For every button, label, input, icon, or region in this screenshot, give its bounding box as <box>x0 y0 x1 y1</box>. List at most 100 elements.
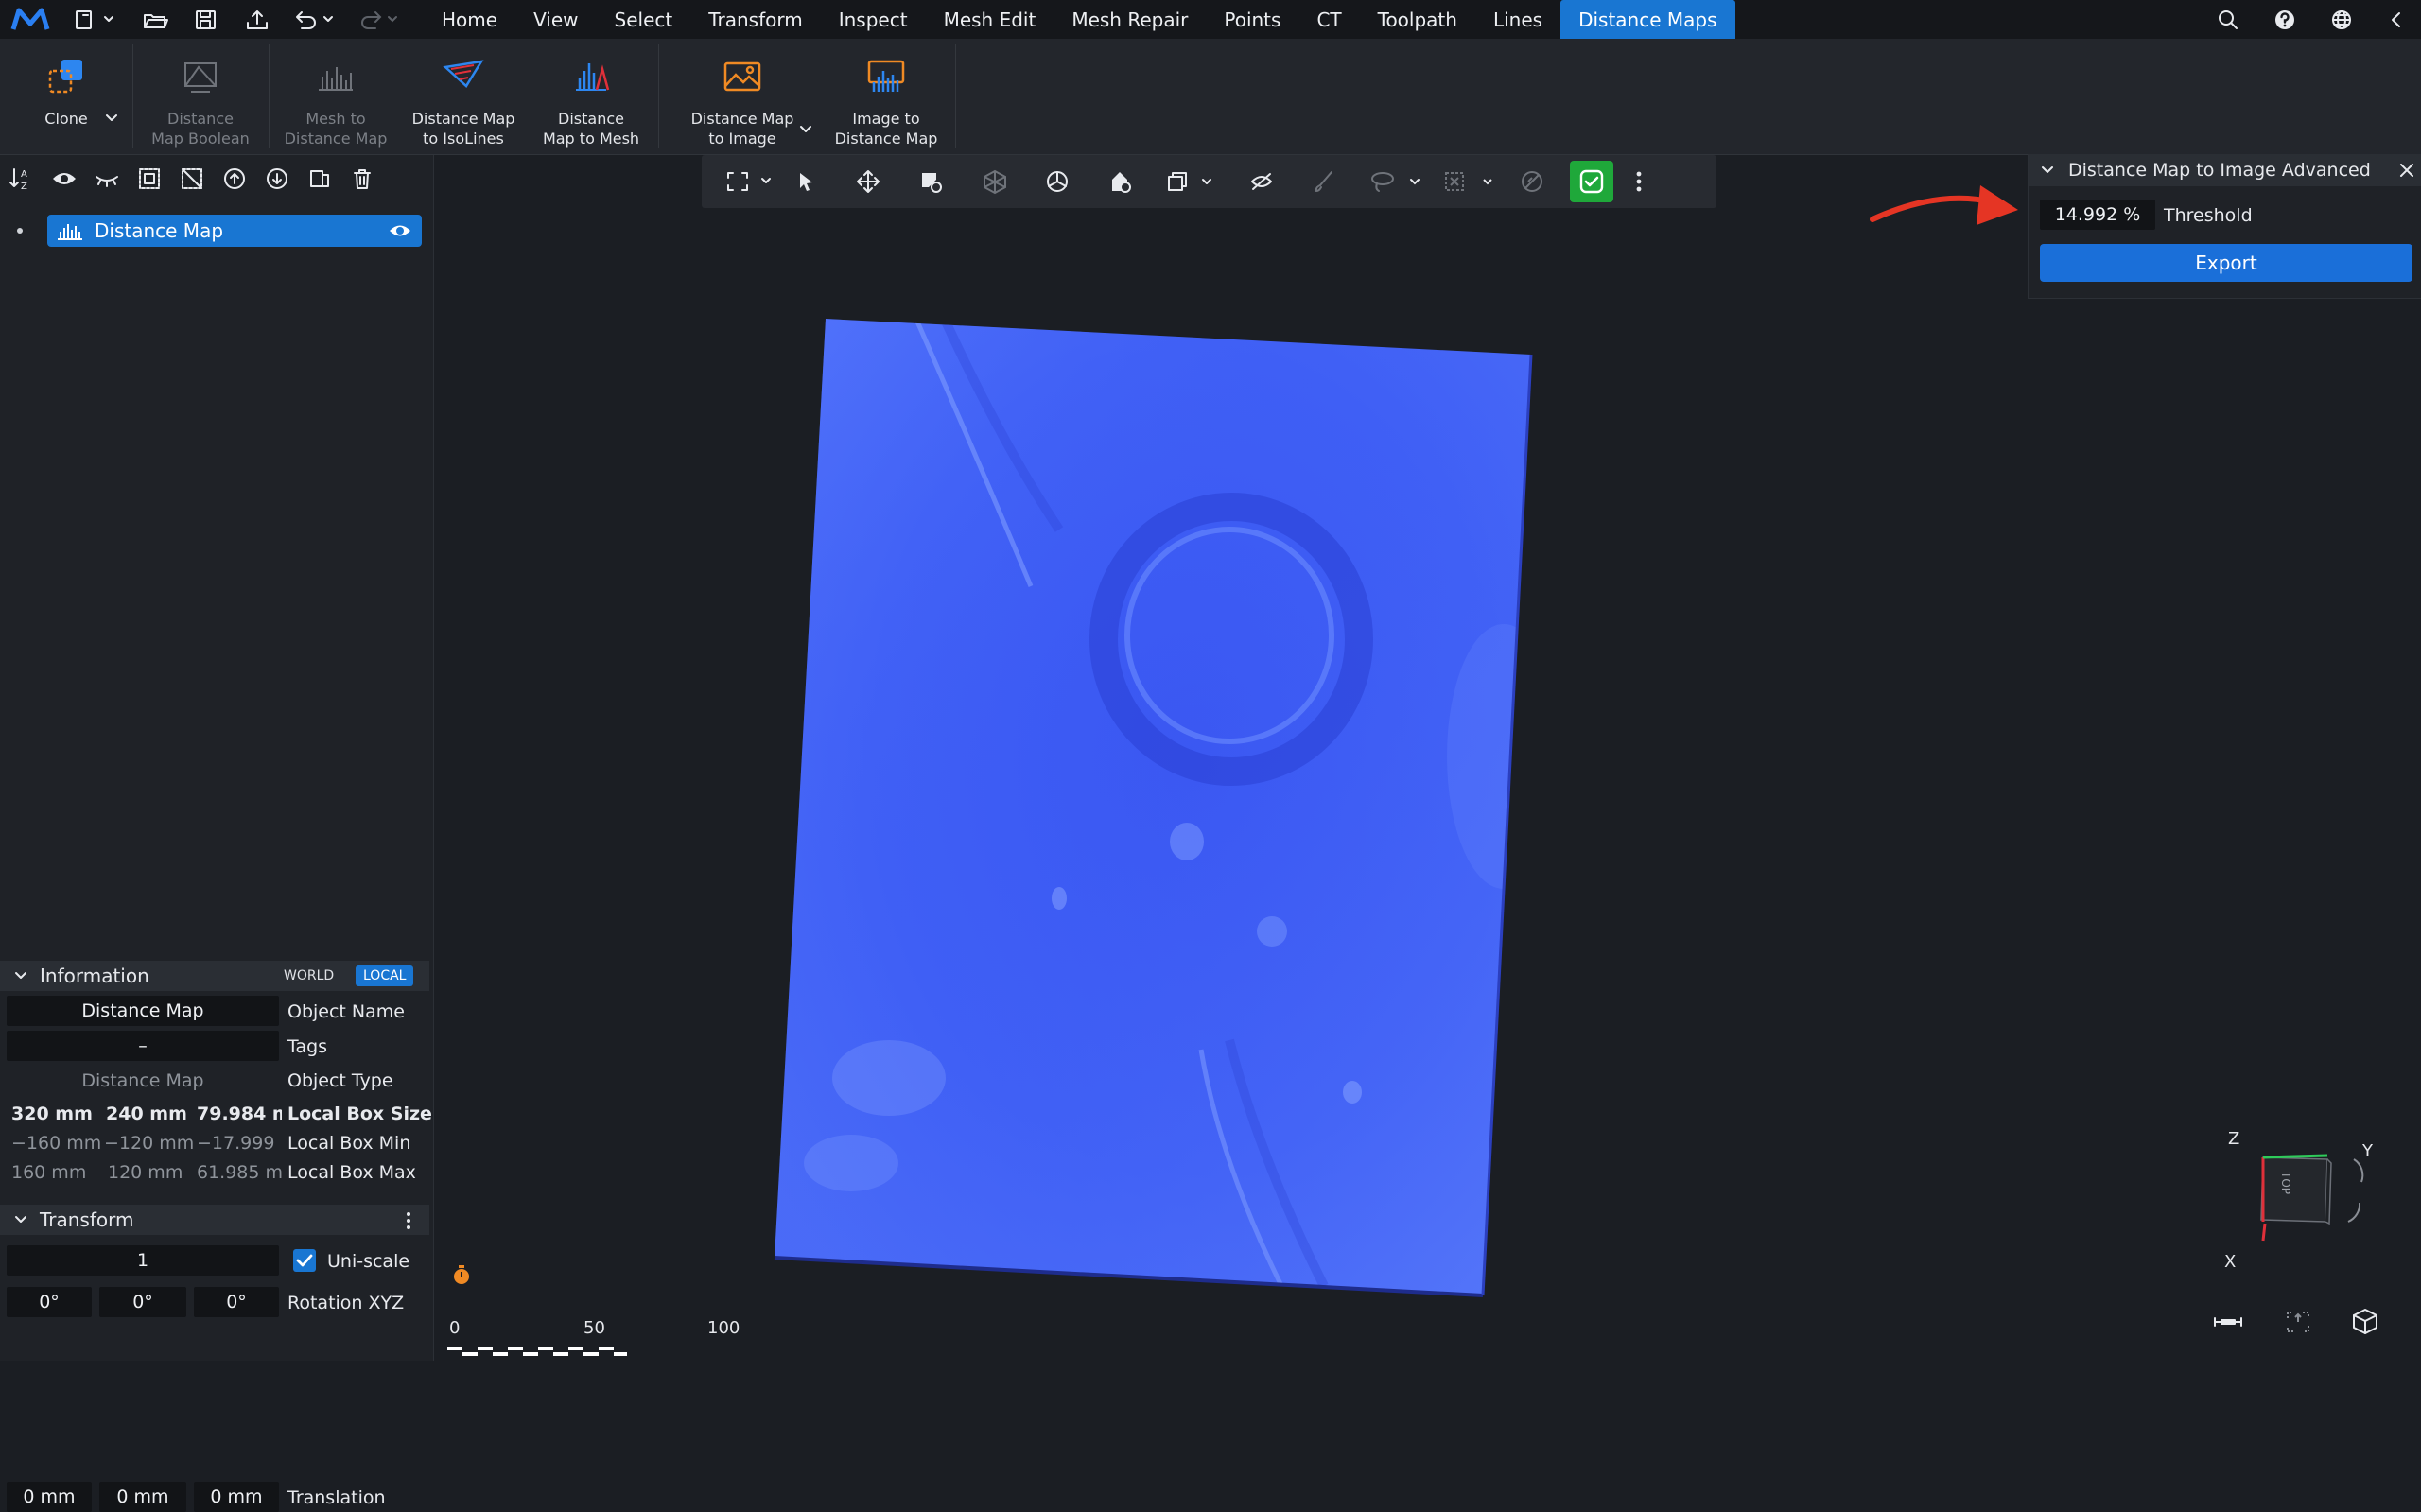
panel-collapse-chevron-icon[interactable] <box>2040 164 2055 177</box>
confirm-check-button[interactable] <box>1570 161 1613 202</box>
rotation-z-field[interactable]: 0° <box>194 1287 279 1317</box>
transform-more-options-icon[interactable] <box>405 1210 412 1231</box>
box-size-z: 79.984 mi <box>197 1104 282 1124</box>
menu-tab-inspect[interactable]: Inspect <box>821 0 926 39</box>
tags-field[interactable]: – <box>7 1031 279 1061</box>
undo-icon[interactable] <box>287 0 340 39</box>
box-select-icon[interactable] <box>1441 163 1506 200</box>
distance-map-to-image-button[interactable]: Distance Map to Image <box>681 39 804 154</box>
delete-trash-icon[interactable] <box>340 160 383 198</box>
uniscale-checkbox[interactable] <box>293 1249 316 1272</box>
object-name-field[interactable]: Distance Map <box>7 996 279 1026</box>
sort-az-icon[interactable]: AZ <box>0 160 43 198</box>
translation-y-field[interactable]: 0 mm <box>99 1482 186 1512</box>
threshold-input[interactable]: 14.992 % <box>2040 200 2155 230</box>
visibility-eye-icon[interactable] <box>388 220 412 241</box>
hide-all-closed-eye-icon[interactable] <box>85 160 128 198</box>
distance-map-to-isolines-button[interactable]: Distance Map to IsoLines <box>405 39 522 154</box>
menu-tab-select[interactable]: Select <box>597 0 691 39</box>
translation-x-field[interactable]: 0 mm <box>7 1482 92 1512</box>
orbit-icon[interactable] <box>1038 163 1076 200</box>
transform-section-header[interactable]: Transform <box>0 1205 429 1235</box>
fit-screen-icon[interactable] <box>723 163 779 200</box>
clone-label: Clone <box>44 110 88 128</box>
uniscale-field[interactable]: 1 <box>7 1245 279 1276</box>
deselect-all-icon[interactable] <box>170 160 213 198</box>
distance-map-to-image-dropdown-chevron-icon[interactable] <box>796 122 815 137</box>
paint-select-icon[interactable] <box>912 163 949 200</box>
menu-tab-ct[interactable]: CT <box>1298 0 1359 39</box>
lasso-icon[interactable] <box>1366 163 1432 200</box>
box-max-y: 120 mm <box>108 1162 183 1183</box>
mesh-to-distance-map-button[interactable]: Mesh to Distance Map <box>274 39 397 154</box>
box-size-x: 320 mm <box>11 1104 93 1124</box>
local-toggle[interactable]: LOCAL <box>356 965 414 986</box>
distance-map-boolean-button[interactable]: Distance Map Boolean <box>138 39 263 154</box>
app-logo-icon[interactable] <box>6 0 55 39</box>
menu-tab-distance-maps[interactable]: Distance Maps <box>1560 0 1735 39</box>
move-up-icon[interactable] <box>213 160 255 198</box>
duplicate-object-icon[interactable] <box>298 160 340 198</box>
image-to-distance-map-button[interactable]: Image to Distance Map <box>825 39 948 154</box>
measure-ruler-icon[interactable] <box>2212 1312 2244 1331</box>
advanced-panel-header[interactable]: Distance Map to Image Advanced <box>2029 154 2421 186</box>
fit-view-icon[interactable] <box>2284 1309 2312 1335</box>
clipping-icon[interactable] <box>1163 163 1222 200</box>
distance-map-to-mesh-button[interactable]: Distance Map to Mesh <box>535 39 647 154</box>
menu-tab-mesh-edit[interactable]: Mesh Edit <box>926 0 1054 39</box>
select-all-icon[interactable] <box>128 160 170 198</box>
move-arrows-icon[interactable] <box>849 163 887 200</box>
clone-dropdown-chevron-icon[interactable] <box>102 111 121 126</box>
more-options-icon[interactable] <box>1625 163 1653 200</box>
translation-label: Translation <box>287 1487 386 1508</box>
menu-tab-home[interactable]: Home <box>424 0 515 39</box>
box-size-label: Local Box Size <box>287 1104 432 1124</box>
timer-icon[interactable] <box>451 1263 472 1286</box>
collapse-chevron-icon[interactable] <box>2379 0 2413 39</box>
search-icon[interactable] <box>2209 0 2247 39</box>
menu-tab-view[interactable]: View <box>515 0 596 39</box>
view-cube[interactable] <box>2004 1129 2005 1130</box>
menu-tab-mesh-repair[interactable]: Mesh Repair <box>1054 0 1206 39</box>
menu-tab-toolpath[interactable]: Toolpath <box>1360 0 1475 39</box>
cube-view-icon[interactable] <box>2350 1307 2380 1335</box>
mesh-select-icon[interactable] <box>976 163 1014 200</box>
move-down-icon[interactable] <box>255 160 298 198</box>
menu-tab-transform[interactable]: Transform <box>690 0 820 39</box>
rotation-x-field[interactable]: 0° <box>7 1287 92 1317</box>
brush-icon[interactable] <box>1305 163 1343 200</box>
disabled-filter-icon[interactable] <box>1513 163 1551 200</box>
menu-tab-lines[interactable]: Lines <box>1475 0 1560 39</box>
select-cursor-icon[interactable] <box>787 163 825 200</box>
world-toggle[interactable]: WORLD <box>278 966 340 985</box>
close-icon[interactable] <box>2397 161 2416 180</box>
advanced-panel-title: Distance Map to Image Advanced <box>2068 160 2371 181</box>
view-cube-graphic[interactable] <box>2221 1129 2373 1243</box>
redo-icon[interactable] <box>352 0 405 39</box>
transform-title: Transform <box>40 1208 134 1231</box>
scene-tree-item-distance-map[interactable]: Distance Map <box>47 215 422 247</box>
show-all-eye-icon[interactable] <box>43 160 85 198</box>
help-icon[interactable] <box>2266 0 2304 39</box>
rotation-y-field[interactable]: 0° <box>99 1287 186 1317</box>
hide-region-icon[interactable] <box>1243 163 1280 200</box>
rotation-label: Rotation XYZ <box>287 1293 405 1313</box>
section-collapse-chevron-icon[interactable] <box>13 1213 28 1226</box>
shading-icon[interactable] <box>1101 163 1139 200</box>
new-file-menu-icon[interactable] <box>66 0 123 39</box>
globe-language-icon[interactable] <box>2323 0 2360 39</box>
export-button[interactable]: Export <box>2040 244 2412 282</box>
left-panel: AZ Distance Map Information WORLD LOCAL … <box>0 155 434 1512</box>
information-section-header[interactable]: Information WORLD LOCAL <box>0 961 429 991</box>
open-folder-icon[interactable] <box>134 0 176 39</box>
svg-text:Z: Z <box>21 182 27 192</box>
viewport-3d[interactable]: 0 50 100 Z Y X TOP <box>434 155 2377 1361</box>
clone-button[interactable]: Clone <box>28 39 104 154</box>
section-collapse-chevron-icon[interactable] <box>13 969 28 982</box>
box-size-y: 240 mm <box>106 1104 187 1124</box>
ribbon-toolbar: Clone Distance Map Boolean Mesh to Dista… <box>0 39 2421 155</box>
export-upload-icon[interactable] <box>236 0 278 39</box>
menu-tab-points[interactable]: Points <box>1206 0 1298 39</box>
save-icon[interactable] <box>185 0 227 39</box>
translation-z-field[interactable]: 0 mm <box>194 1482 279 1512</box>
